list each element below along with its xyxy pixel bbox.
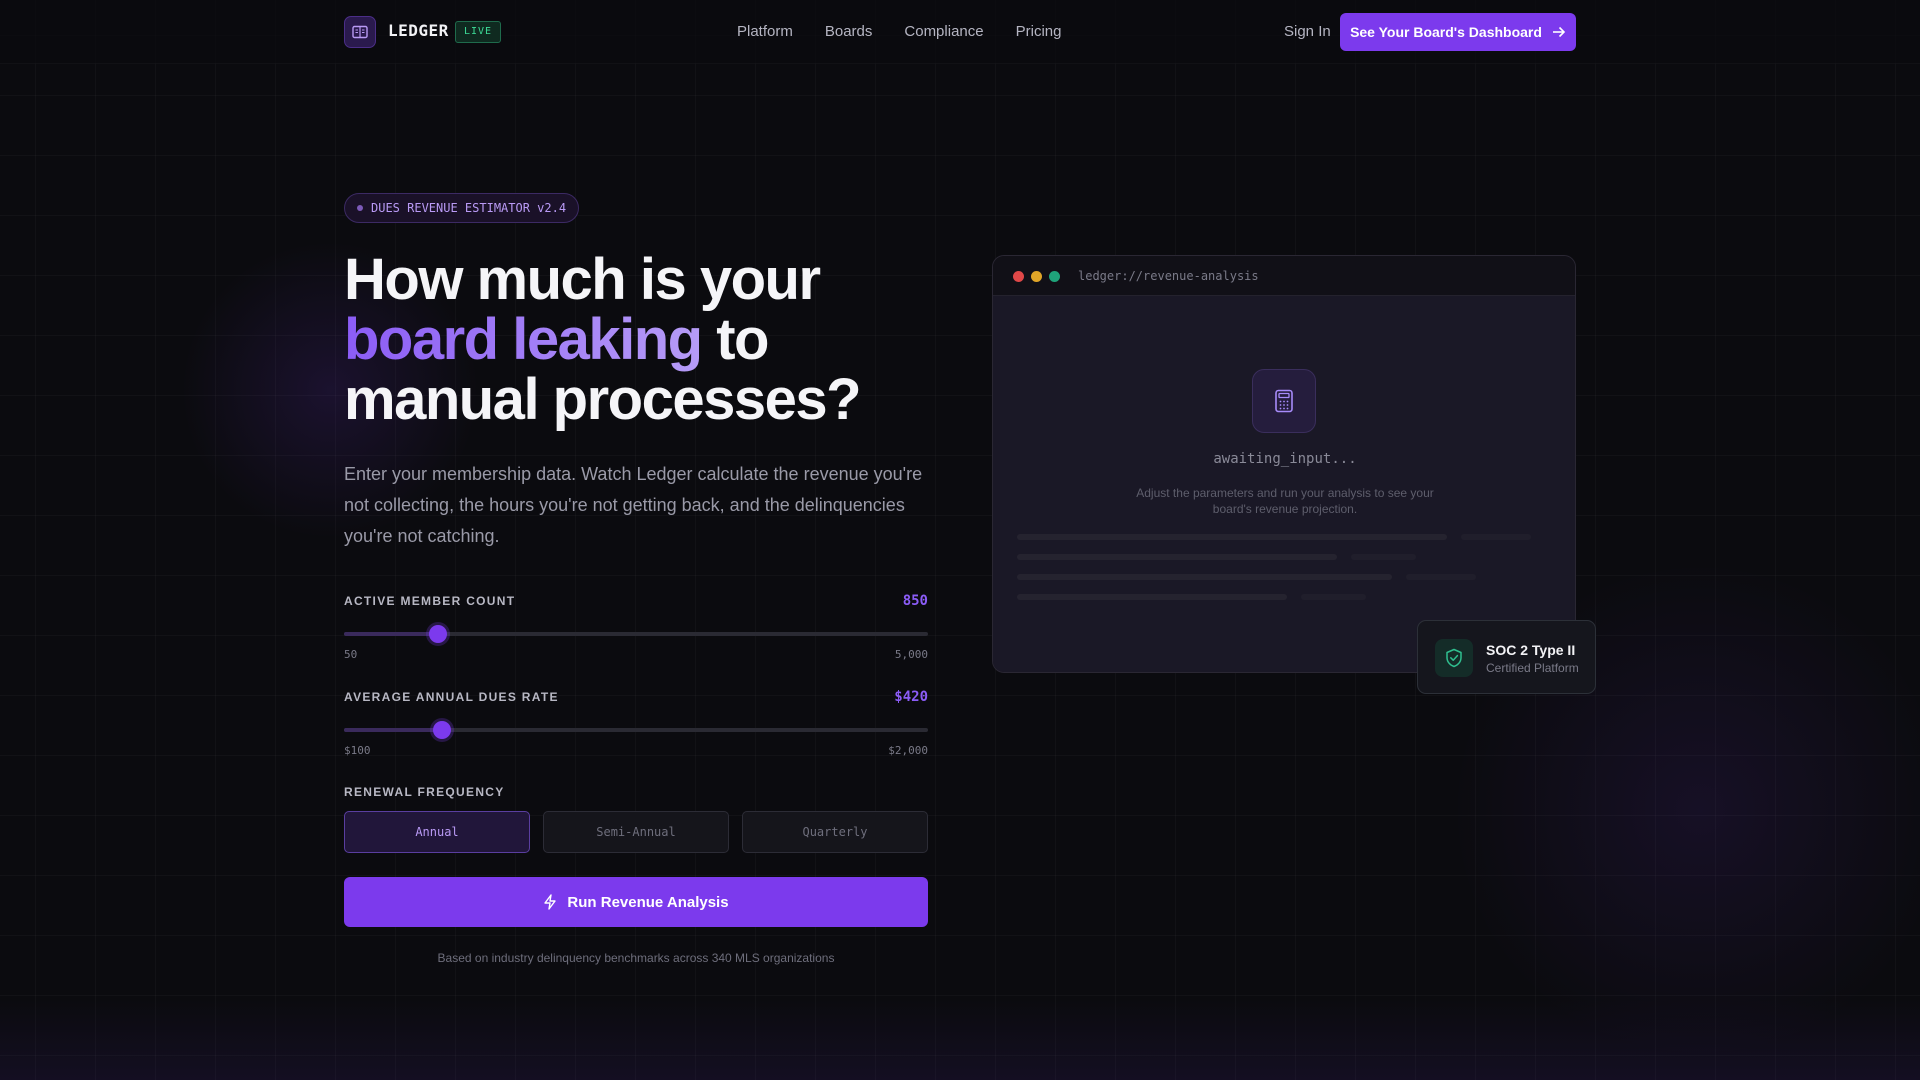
live-badge: LIVE [455,21,502,43]
top-nav: LEDGER LIVE Platform Boards Compliance P… [0,0,1920,64]
window-close-dot [1013,271,1024,282]
slider-fill [344,632,439,636]
background-glow [0,1000,1920,1080]
headline-line-2: to [701,307,769,372]
dues-rate-min: $100 [344,744,371,757]
run-analysis-label: Run Revenue Analysis [567,893,729,911]
window-maximize-dot [1049,271,1060,282]
version-pill: DUES REVENUE ESTIMATOR v2.4 [344,193,580,223]
sign-in-link[interactable]: Sign In [1284,23,1331,40]
dues-rate-value: $420 [894,689,928,705]
run-analysis-button[interactable]: Run Revenue Analysis [344,877,928,927]
dashboard-cta-label: See Your Board's Dashboard [1350,24,1542,40]
benchmark-footnote: Based on industry delinquency benchmarks… [437,951,835,965]
pill-dot-icon [357,205,363,211]
nav-link-platform[interactable]: Platform [737,23,793,40]
window-minimize-dot [1031,271,1042,282]
nav-links: Platform Boards Compliance Pricing [737,23,1061,40]
dues-rate-label: AVERAGE ANNUAL DUES RATE [344,690,559,704]
member-count-label: ACTIVE MEMBER COUNT [344,594,516,608]
skeleton-line [1461,534,1531,540]
nav-link-pricing[interactable]: Pricing [1016,23,1062,40]
skeleton-line [1017,534,1447,540]
skeleton-line [1017,554,1337,560]
frequency-option-annual[interactable]: Annual [344,811,530,853]
member-count-slider[interactable] [344,625,928,643]
panel-hint: Adjust the parameters and run your analy… [1136,486,1434,516]
headline-accent: board leaking [344,307,703,372]
lightning-icon [544,894,557,910]
skeleton-line [1017,574,1392,580]
skeleton-line [1017,594,1287,600]
version-pill-label: DUES REVENUE ESTIMATOR v2.4 [371,201,567,215]
dashboard-cta-button[interactable]: See Your Board's Dashboard [1340,13,1576,51]
frequency-option-quarterly[interactable]: Quarterly [742,811,928,853]
soc2-badge: SOC 2 Type II Certified Platform [1417,620,1596,694]
frequency-option-semi-annual[interactable]: Semi-Annual [543,811,729,853]
hero-headline: How much is your board leaking to manual… [344,250,964,430]
skeleton-line [1301,594,1366,600]
dues-rate-slider[interactable] [344,721,928,739]
dues-rate-max: $2,000 [888,744,928,757]
skeleton-line [1351,554,1416,560]
hero-subcopy: Enter your membership data. Watch Ledger… [344,464,923,546]
nav-link-compliance[interactable]: Compliance [904,23,983,40]
member-count-min: 50 [344,648,358,661]
slider-fill [344,728,443,732]
shield-check-icon [1435,639,1473,677]
calculator-icon [1252,369,1316,433]
panel-url: ledger://revenue-analysis [1078,269,1259,283]
member-count-max: 5,000 [894,648,928,661]
brand-name[interactable]: LEDGER [388,21,449,40]
headline-line-3: manual processes? [344,367,862,432]
panel-titlebar: ledger://revenue-analysis [993,256,1575,296]
renewal-frequency-label: RENEWAL FREQUENCY [344,785,505,799]
nav-link-boards[interactable]: Boards [825,23,873,40]
ledger-book-icon[interactable] [344,16,376,48]
analysis-panel: ledger://revenue-analysis awaiting_input… [992,255,1576,673]
arrow-right-icon [1552,26,1566,38]
member-count-value: 850 [902,593,928,609]
soc2-subtitle: Certified Platform [1486,661,1579,675]
headline-line-1: How much is your [344,247,821,312]
panel-status: awaiting_input... [1213,451,1357,467]
soc2-title: SOC 2 Type II [1486,642,1576,658]
skeleton-line [1406,574,1476,580]
panel-body: awaiting_input... Adjust the parameters … [993,296,1575,672]
